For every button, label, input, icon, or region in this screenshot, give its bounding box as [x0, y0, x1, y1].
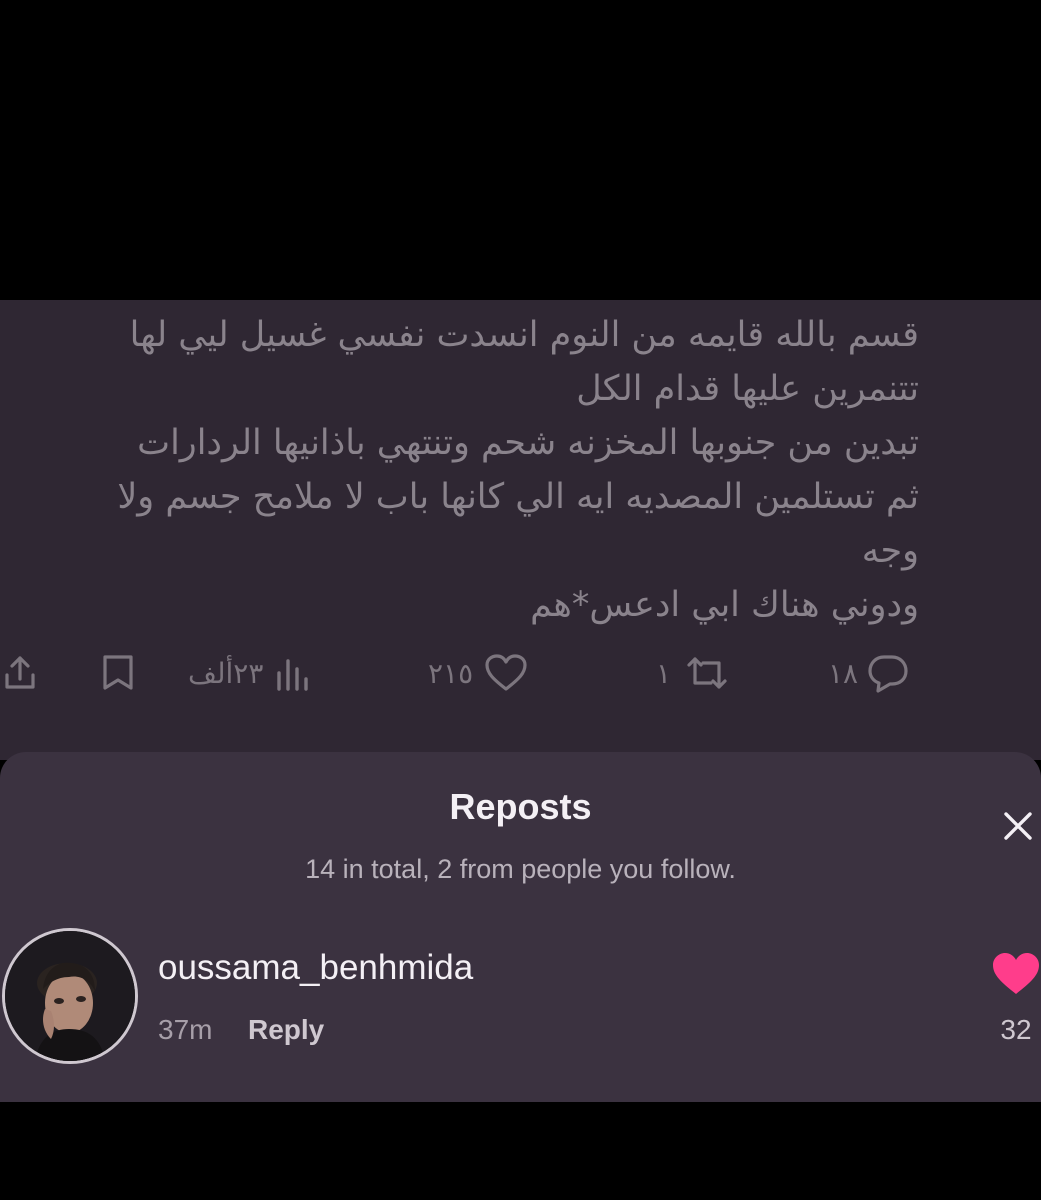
reply-icon	[868, 655, 908, 693]
tweet-action-bar: ٢٣ألف ٢١٥ ١ ١٨	[0, 648, 1041, 698]
tweet-line: تتنمرين عليها قدام الكل	[576, 369, 919, 409]
close-icon	[1004, 812, 1032, 840]
views-icon	[277, 659, 309, 691]
tweet-line: ودوني هناك ابي ادعس*هم	[530, 585, 919, 625]
reply-button[interactable]: ١٨	[828, 648, 910, 698]
reposts-count: ١	[656, 656, 672, 690]
share-icon	[5, 656, 35, 689]
tweet-card: قسم بالله قايمه من النوم انسدت نفسي غسيل…	[0, 300, 1041, 760]
replies-count: ١٨	[828, 656, 859, 690]
tweet-line: تبدين من جنوبها المخزنه شحم وتنتهي باذان…	[137, 423, 919, 463]
heart-icon	[993, 953, 1039, 994]
avatar[interactable]	[2, 928, 138, 1064]
repost-button[interactable]: ١	[656, 648, 733, 698]
bookmark-icon	[103, 655, 133, 690]
repost-username[interactable]: oussama_benhmida	[158, 948, 473, 988]
reposts-sheet: Reposts 14 in total, 2 from people you f…	[0, 752, 1041, 1102]
avatar-image	[5, 931, 135, 1061]
repost-like-count: 32	[1000, 1014, 1032, 1045]
sheet-subtitle: 14 in total, 2 from people you follow.	[305, 854, 736, 884]
repost-icon	[687, 657, 727, 689]
tweet-line: ثم تستلمين المصديه ايه الي كانها باب لا …	[117, 477, 919, 517]
like-icon	[485, 654, 527, 691]
bookmark-button[interactable]	[100, 648, 136, 698]
repost-like-button[interactable]	[990, 950, 1041, 998]
views-count: ٢٣ألف	[188, 656, 264, 690]
reply-link[interactable]: Reply	[248, 1014, 324, 1046]
close-button[interactable]	[996, 804, 1040, 848]
share-button[interactable]	[0, 648, 40, 698]
likes-count: ٢١٥	[428, 656, 474, 690]
sheet-title: Reposts	[449, 786, 592, 827]
repost-timestamp: 37m	[158, 1014, 213, 1045]
tweet-text: قسم بالله قايمه من النوم انسدت نفسي غسيل…	[29, 308, 919, 632]
tweet-line: وجه	[861, 531, 919, 571]
like-button[interactable]: ٢١٥	[428, 648, 529, 698]
tweet-line: قسم بالله قايمه من النوم انسدت نفسي غسيل…	[129, 315, 919, 355]
views-button[interactable]: ٢٣ألف	[188, 648, 315, 698]
